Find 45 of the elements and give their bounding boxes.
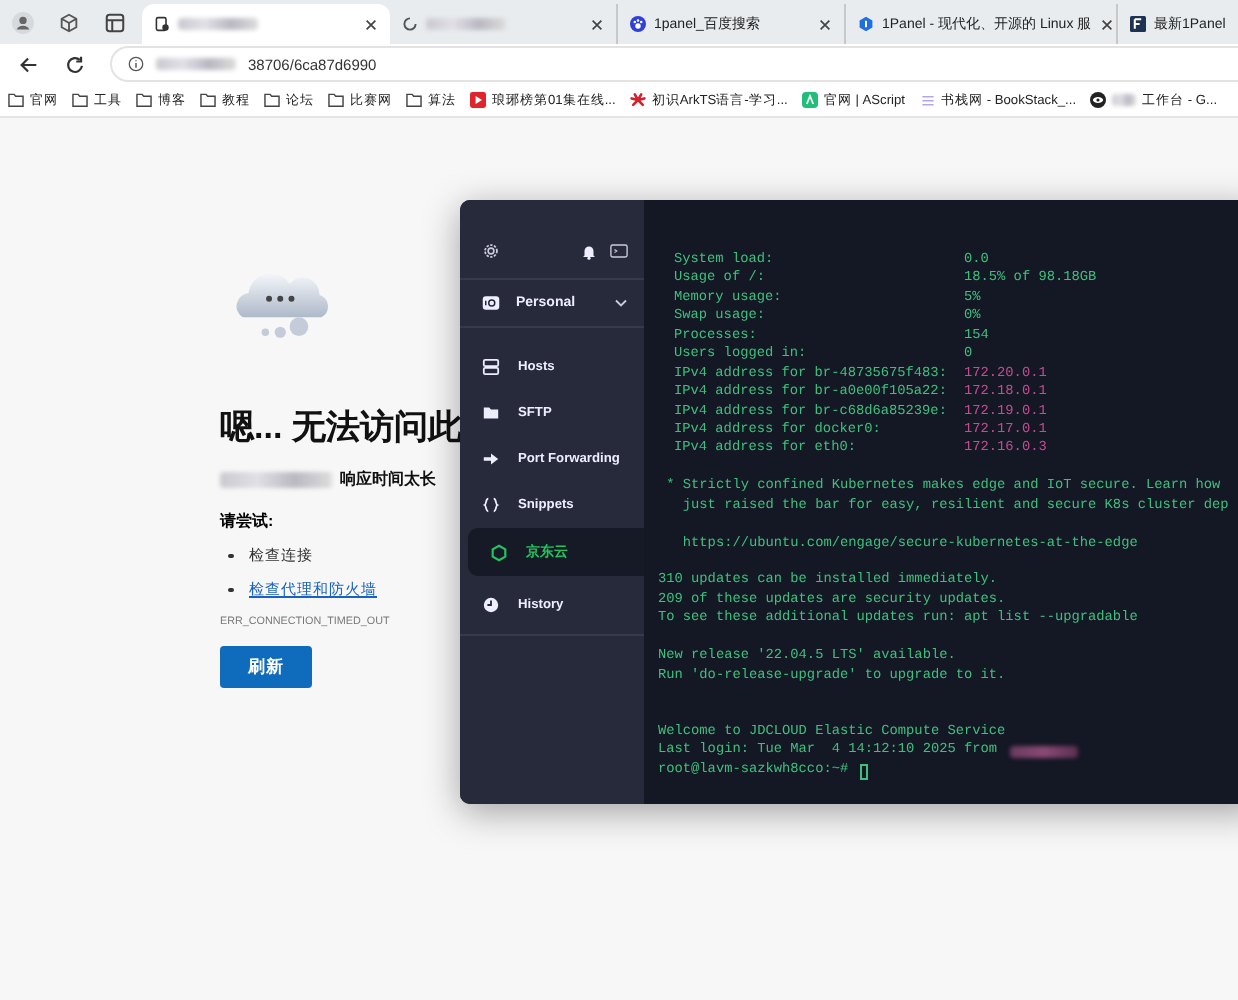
error-message: 响应时间太长 <box>340 468 436 490</box>
page-icon <box>154 16 170 32</box>
folder-icon <box>136 92 152 108</box>
close-icon[interactable] <box>364 17 378 31</box>
bullet-icon <box>228 587 233 593</box>
letter-logo-icon <box>1130 16 1146 32</box>
loading-spinner-icon <box>402 16 418 32</box>
stack-icon <box>919 92 935 108</box>
folder-icon <box>406 92 422 108</box>
bell-icon[interactable] <box>580 242 598 260</box>
suggestions-heading: 请尝试: <box>220 510 274 532</box>
back-icon[interactable] <box>18 53 40 75</box>
tab-actions-icon[interactable] <box>104 11 126 33</box>
paw-icon <box>630 16 646 32</box>
chevron-down-icon <box>614 298 628 308</box>
arrow-right-icon <box>482 450 500 468</box>
profile-icon[interactable] <box>12 11 34 33</box>
close-icon[interactable] <box>590 17 604 31</box>
cursor-icon <box>860 763 869 780</box>
close-icon[interactable] <box>818 17 832 31</box>
hexagon-icon <box>490 543 508 561</box>
cube-icon[interactable] <box>58 11 80 33</box>
close-icon[interactable] <box>1099 17 1114 31</box>
settings-icon[interactable] <box>482 242 500 260</box>
reload-icon[interactable] <box>64 53 86 75</box>
hexagon-icon <box>858 16 874 32</box>
clock-icon <box>482 596 500 614</box>
folder-icon <box>482 404 500 422</box>
terminal-icon[interactable] <box>610 242 628 260</box>
petal-logo-icon <box>629 92 646 108</box>
folder-icon <box>72 92 88 108</box>
vault-icon <box>482 294 500 312</box>
info-icon <box>128 56 144 72</box>
folder-icon <box>264 92 280 108</box>
folder-icon <box>328 92 344 108</box>
error-title: 嗯... 无法访问此 <box>220 406 462 450</box>
eye-logo-icon <box>1090 92 1107 108</box>
server-icon <box>482 358 500 376</box>
folder-icon <box>8 92 24 108</box>
folder-icon <box>200 92 216 108</box>
bullet-icon <box>228 553 233 559</box>
reload-button[interactable]: 刷新 <box>220 646 312 688</box>
play-icon <box>470 92 486 108</box>
braces-icon <box>482 496 500 514</box>
app-logo-icon <box>801 92 818 108</box>
